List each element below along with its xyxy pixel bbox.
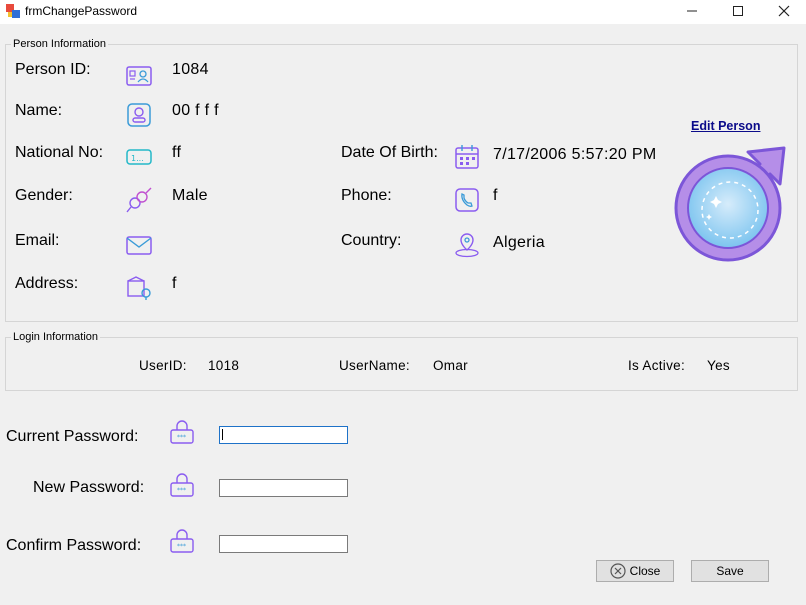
address-value: f	[172, 275, 177, 292]
confirm-password-input[interactable]	[219, 535, 348, 553]
name-label: Name:	[15, 102, 63, 119]
envelope-icon	[126, 236, 152, 255]
svg-text:***: ***	[177, 434, 186, 441]
app-icon	[6, 4, 20, 18]
address-location-icon	[127, 276, 151, 300]
id-card-icon	[126, 66, 152, 86]
name-value: 00 f f f	[172, 102, 219, 119]
address-label: Address:	[15, 275, 79, 292]
date-of-birth-value: 7/17/2006 5:57:20 PM	[493, 146, 657, 163]
gender-icon	[126, 187, 152, 213]
close-circle-icon	[610, 563, 626, 579]
globe-location-icon	[455, 233, 479, 258]
save-button-label: Save	[716, 564, 744, 578]
user-id-value: 1018	[208, 358, 240, 373]
text-caret	[219, 426, 348, 444]
close-window-button[interactable]	[761, 0, 806, 22]
person-information-label: Person Information	[11, 38, 108, 50]
national-no-label: National No:	[15, 144, 104, 161]
user-id-label: UserID:	[139, 358, 187, 373]
confirm-password-label: Confirm Password:	[6, 537, 142, 554]
svg-text:***: ***	[177, 487, 186, 494]
username-label: UserName:	[339, 358, 410, 373]
new-password-label: New Password:	[33, 479, 145, 496]
person-badge-icon	[127, 103, 151, 127]
phone-label: Phone:	[341, 187, 392, 204]
maximize-button[interactable]	[715, 0, 761, 22]
new-password-input[interactable]	[219, 479, 348, 497]
maximize-icon	[733, 6, 743, 16]
current-password-label: Current Password:	[6, 428, 139, 445]
date-of-birth-label: Date Of Birth:	[341, 144, 438, 161]
save-button[interactable]: Save	[691, 560, 769, 582]
calendar-icon	[455, 145, 479, 169]
country-value: Algeria	[493, 234, 545, 251]
email-label: Email:	[15, 232, 60, 249]
minimize-icon	[687, 10, 697, 12]
window-title: frmChangePassword	[25, 4, 138, 18]
close-icon	[778, 5, 790, 17]
person-id-label: Person ID:	[15, 61, 91, 78]
svg-text:1...: 1...	[131, 154, 144, 163]
edit-person-link[interactable]: Edit Person	[691, 119, 760, 133]
country-label: Country:	[341, 232, 402, 249]
password-lock-icon: ***	[170, 529, 194, 553]
gender-label: Gender:	[15, 187, 73, 204]
password-lock-icon: ***	[170, 473, 194, 497]
password-lock-icon: ***	[170, 420, 194, 444]
login-information-label: Login Information	[11, 331, 100, 343]
is-active-value: Yes	[707, 358, 730, 373]
is-active-label: Is Active:	[628, 358, 686, 373]
gender-value: Male	[172, 187, 208, 204]
male-symbol-image	[674, 146, 786, 262]
close-button[interactable]: Close	[596, 560, 674, 582]
minimize-button[interactable]	[669, 0, 715, 22]
close-button-label: Close	[629, 564, 661, 578]
username-value: Omar	[433, 358, 468, 373]
national-no-value: ff	[172, 144, 182, 161]
national-number-icon: 1...	[126, 149, 152, 165]
svg-text:***: ***	[177, 543, 186, 550]
phone-value: f	[493, 187, 498, 204]
phone-icon	[455, 188, 479, 212]
person-id-value: 1084	[172, 61, 209, 78]
